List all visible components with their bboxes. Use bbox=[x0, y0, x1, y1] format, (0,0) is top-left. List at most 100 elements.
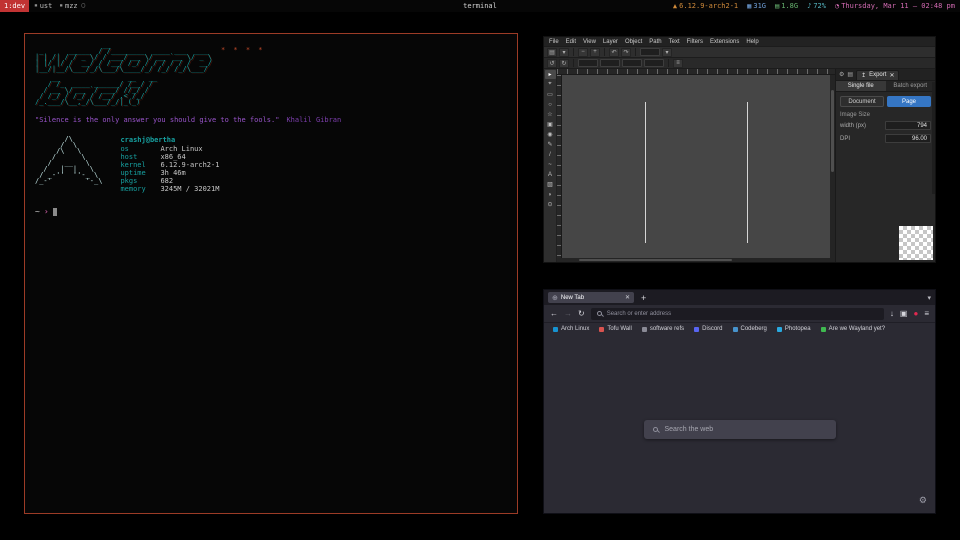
toolbar-field[interactable] bbox=[644, 59, 664, 67]
selector-tool-icon[interactable]: ▸ bbox=[545, 70, 556, 79]
menu-layer[interactable]: Layer bbox=[603, 39, 618, 45]
gear-icon[interactable]: ⚙ bbox=[839, 71, 844, 78]
menu-path[interactable]: Path bbox=[649, 39, 661, 45]
canvas-guide-right[interactable] bbox=[747, 102, 748, 243]
export-dialog-tab[interactable]: ↥ Export ✕ bbox=[856, 70, 899, 80]
menu-view[interactable]: View bbox=[583, 39, 596, 45]
reload-button[interactable]: ↻ bbox=[578, 309, 585, 318]
redo-icon[interactable]: ↷ bbox=[621, 48, 631, 57]
statusbar-item-label: mzz bbox=[65, 0, 78, 12]
statusbar-item-ust[interactable]: ▪ust bbox=[34, 0, 52, 12]
spiral-tool-icon[interactable]: ◉ bbox=[545, 130, 556, 139]
menu-button[interactable]: ≡ bbox=[924, 309, 929, 318]
width-input[interactable]: 794 bbox=[885, 121, 931, 130]
rotate-ccw-icon[interactable]: ↺ bbox=[547, 59, 557, 68]
tab-batch-export[interactable]: Batch export bbox=[886, 81, 936, 91]
calligraphy-tool-icon[interactable]: ~ bbox=[545, 160, 556, 169]
address-bar[interactable]: Search or enter address bbox=[591, 308, 884, 320]
pen-tool-icon[interactable]: / bbox=[545, 150, 556, 159]
bookmark-favicon bbox=[777, 327, 782, 332]
node-tool-icon[interactable]: ⌖ bbox=[545, 80, 556, 89]
bookmark-arch-linux[interactable]: Arch Linux bbox=[553, 326, 589, 332]
status-memory: ▤1.8G bbox=[775, 0, 798, 12]
menu-edit[interactable]: Edit bbox=[566, 39, 576, 45]
ascii-art-accent: * * * * bbox=[221, 46, 265, 54]
web-search-placeholder: Search the web bbox=[665, 426, 714, 433]
options-icon[interactable]: ≡ bbox=[673, 59, 683, 68]
web-search-box[interactable]: Search the web bbox=[644, 420, 836, 439]
inkscape-window[interactable]: File Edit View Layer Object Path Text Filters Ex… bbox=[543, 36, 936, 263]
zoom-out-icon[interactable]: − bbox=[578, 48, 588, 57]
zoom-tool-icon[interactable]: ⊙ bbox=[545, 200, 556, 209]
toolbar-field[interactable] bbox=[578, 59, 598, 67]
shell-prompt[interactable]: ~ › bbox=[35, 207, 507, 216]
rectangle-tool-icon[interactable]: ▭ bbox=[545, 90, 556, 99]
text-tool-icon[interactable]: A bbox=[545, 170, 556, 179]
back-button[interactable]: ← bbox=[550, 309, 558, 318]
close-icon[interactable]: ✕ bbox=[889, 72, 894, 79]
bookmark-tofu-wall[interactable]: Tofu Wall bbox=[599, 326, 631, 332]
tab-close-icon[interactable]: ✕ bbox=[625, 294, 630, 301]
extension-icon[interactable]: ▣ bbox=[900, 309, 908, 318]
dropdown-icon[interactable]: ▾ bbox=[559, 48, 569, 57]
tab-single-file[interactable]: Single file bbox=[836, 81, 886, 91]
menu-object[interactable]: Object bbox=[625, 39, 642, 45]
prompt-char: › bbox=[44, 207, 49, 216]
fetch-row-kernel: kernel6.12.9-arch2-1 bbox=[120, 161, 219, 169]
fetch-value: 682 bbox=[160, 177, 173, 185]
canvas-guide-left[interactable] bbox=[645, 102, 646, 243]
forward-button[interactable]: → bbox=[564, 309, 572, 318]
star-tool-icon[interactable]: ☆ bbox=[545, 110, 556, 119]
document-icon[interactable]: ▤ bbox=[547, 48, 557, 57]
fetch-value: x86_64 bbox=[160, 153, 185, 161]
tab-title: New Tab bbox=[561, 295, 584, 301]
list-tabs-chevron-icon[interactable]: ▾ bbox=[927, 294, 931, 302]
scrollbar-thumb[interactable] bbox=[831, 90, 834, 172]
scrollbar-thumb[interactable] bbox=[579, 259, 732, 261]
new-tab-button[interactable]: + bbox=[639, 293, 648, 303]
inkscape-tool-controls: ↺↻ ≡ bbox=[544, 57, 935, 68]
box3d-tool-icon[interactable]: ▣ bbox=[545, 120, 556, 129]
zoom-in-icon[interactable]: + bbox=[590, 48, 600, 57]
inkscape-canvas[interactable] bbox=[562, 75, 830, 258]
toolbar-field[interactable] bbox=[640, 48, 660, 56]
ellipse-tool-icon[interactable]: ○ bbox=[545, 100, 556, 109]
document-button[interactable]: Document bbox=[840, 96, 884, 107]
layers-icon[interactable]: ▤ bbox=[847, 71, 853, 78]
bookmark-photopea[interactable]: Photopea bbox=[777, 326, 811, 332]
dropper-tool-icon[interactable]: ◗ bbox=[545, 190, 556, 199]
active-tab[interactable]: ⊕ New Tab ✕ bbox=[548, 292, 634, 303]
bookmark-are-we-wayland-yet-[interactable]: Are we Wayland yet? bbox=[821, 326, 885, 332]
statusbar-item-mzz[interactable]: ▪mzz bbox=[59, 0, 77, 12]
bookmark-discord[interactable]: Discord bbox=[694, 326, 722, 332]
rotate-cw-icon[interactable]: ↻ bbox=[559, 59, 569, 68]
workspace-tag[interactable]: 1:dev bbox=[0, 0, 29, 12]
dock-scrollbar[interactable] bbox=[932, 82, 935, 194]
undo-icon[interactable]: ↶ bbox=[609, 48, 619, 57]
menu-file[interactable]: File bbox=[549, 39, 559, 45]
arch-logo-ascii: /\ / \ /\ \ / \ / __ \ / | | \ / _-'' ''… bbox=[35, 136, 102, 193]
menu-help[interactable]: Help bbox=[746, 39, 758, 45]
terminal-window[interactable]: __ _ _____ / /________ ____ ___ ___ | | … bbox=[24, 33, 518, 514]
inkscape-toolbox: ▸⌖▭○☆▣◉✎/~A▧◗⊙ bbox=[544, 69, 557, 262]
browser-window[interactable]: ⊕ New Tab ✕ + ▾ ← → ↻ Search or enter ad… bbox=[543, 289, 936, 514]
toolbar-field[interactable] bbox=[600, 59, 620, 67]
menu-text[interactable]: Text bbox=[669, 39, 680, 45]
downloads-icon[interactable]: ↓ bbox=[890, 309, 894, 318]
gradient-tool-icon[interactable]: ▧ bbox=[545, 180, 556, 189]
dpi-input[interactable]: 96.00 bbox=[885, 134, 931, 143]
menu-filters[interactable]: Filters bbox=[687, 39, 703, 45]
bookmark-label: software refs bbox=[650, 326, 684, 332]
bookmark-software-refs[interactable]: software refs bbox=[642, 326, 684, 332]
menu-extensions[interactable]: Extensions bbox=[710, 39, 739, 45]
page-button[interactable]: Page bbox=[887, 96, 931, 107]
fetch-info: crashj@bertha osArch Linuxhostx86_64kern… bbox=[120, 136, 219, 193]
bookmark-codeberg[interactable]: Codeberg bbox=[733, 326, 767, 332]
toolbar-field[interactable] bbox=[622, 59, 642, 67]
personalize-gear-icon[interactable]: ⚙ bbox=[919, 495, 927, 506]
recording-indicator-icon[interactable]: ● bbox=[913, 309, 918, 318]
canvas-horizontal-scrollbar[interactable] bbox=[557, 258, 835, 262]
zoom-dropdown-icon[interactable]: ▾ bbox=[662, 48, 672, 57]
pencil-tool-icon[interactable]: ✎ bbox=[545, 140, 556, 149]
globe-icon: ⊕ bbox=[552, 294, 558, 302]
